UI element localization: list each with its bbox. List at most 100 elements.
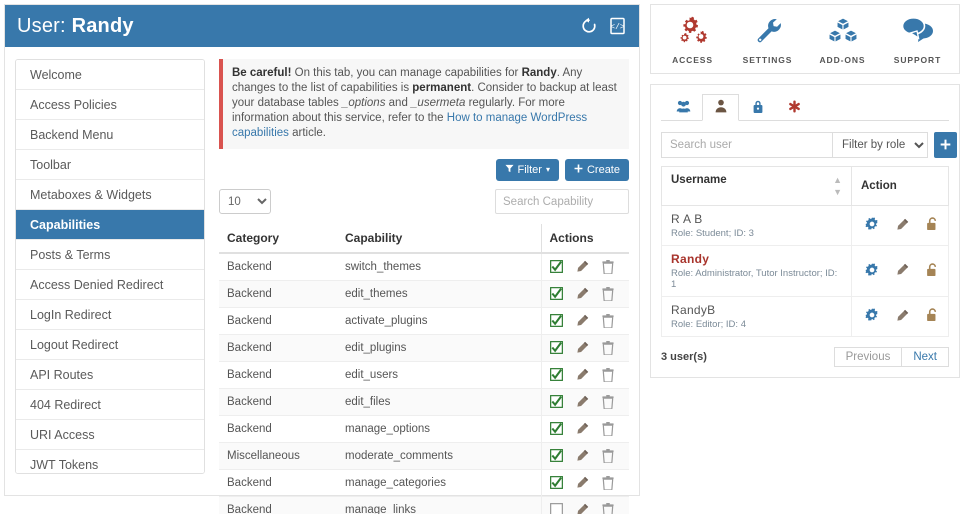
delete-trash-icon[interactable]	[602, 449, 615, 463]
sidebar-item-login-redirect[interactable]: LogIn Redirect	[16, 300, 204, 330]
table-row: Backendedit_files	[219, 389, 629, 416]
delete-trash-icon[interactable]	[602, 395, 615, 409]
svg-text:</>: </>	[610, 23, 625, 32]
add-user-button[interactable]	[934, 132, 957, 158]
edit-pencil-icon[interactable]	[896, 218, 909, 234]
edit-pencil-icon[interactable]	[576, 260, 589, 274]
checkbox-toggle-icon[interactable]	[550, 260, 563, 274]
delete-trash-icon[interactable]	[602, 260, 615, 274]
gear-icon[interactable]	[865, 217, 879, 234]
tab-users-group[interactable]	[665, 94, 702, 121]
nav-item-access-label: ACCESS	[672, 55, 713, 65]
table-row: Backendswitch_themes	[219, 253, 629, 281]
checkbox-toggle-icon[interactable]	[550, 503, 563, 514]
edit-pencil-icon[interactable]	[576, 422, 589, 436]
edit-pencil-icon[interactable]	[576, 476, 589, 490]
sidebar-item-welcome[interactable]: Welcome	[16, 60, 204, 90]
checkbox-toggle-icon[interactable]	[550, 395, 563, 409]
users-pagination: Previous Next	[834, 347, 949, 367]
table-row[interactable]: RandyBRole: Editor; ID: 4	[662, 297, 949, 337]
capabilities-table-body: Backendswitch_themesBackendedit_themesBa…	[219, 253, 629, 514]
edit-pencil-icon[interactable]	[576, 503, 589, 514]
edit-pencil-icon[interactable]	[576, 449, 589, 463]
sidebar-item-backend-menu[interactable]: Backend Menu	[16, 120, 204, 150]
edit-pencil-icon[interactable]	[576, 368, 589, 382]
delete-trash-icon[interactable]	[602, 476, 615, 490]
edit-pencil-icon[interactable]	[576, 314, 589, 328]
unlock-icon[interactable]	[926, 308, 939, 325]
tab-asterisk[interactable]	[776, 94, 813, 121]
cell-capability: edit_users	[337, 362, 541, 389]
checkbox-toggle-icon[interactable]	[550, 476, 563, 490]
page-title-username: Randy	[72, 15, 134, 37]
blocks-icon	[826, 15, 860, 48]
edit-pencil-icon[interactable]	[576, 287, 589, 301]
unlock-icon[interactable]	[926, 263, 939, 280]
users-previous-button[interactable]: Previous	[834, 347, 903, 367]
delete-trash-icon[interactable]	[602, 287, 615, 301]
table-row[interactable]: RandyRole: Administrator, Tutor Instruct…	[662, 246, 949, 297]
filter-button[interactable]: Filter ▾	[496, 159, 559, 181]
table-row: Backendmanage_links	[219, 497, 629, 514]
checkbox-toggle-icon[interactable]	[550, 422, 563, 436]
checkbox-toggle-icon[interactable]	[550, 368, 563, 382]
quick-nav-card: ACCESS SETTINGS	[650, 4, 960, 74]
page-length-select[interactable]: 10	[219, 189, 271, 214]
edit-pencil-icon[interactable]	[896, 309, 909, 325]
reset-icon[interactable]	[579, 16, 599, 36]
funnel-icon	[505, 163, 514, 177]
table-row: Backendmanage_options	[219, 416, 629, 443]
filter-button-label: Filter	[518, 163, 542, 177]
unlock-icon[interactable]	[926, 217, 939, 234]
tab-user[interactable]	[702, 94, 739, 121]
nav-item-support[interactable]: SUPPORT	[880, 15, 955, 65]
delete-trash-icon[interactable]	[602, 341, 615, 355]
create-button[interactable]: Create	[565, 159, 629, 181]
search-capability-input[interactable]	[495, 189, 629, 214]
gear-icon[interactable]	[865, 263, 879, 280]
sidebar-item-posts-terms[interactable]: Posts & Terms	[16, 240, 204, 270]
tab-role-lock[interactable]	[739, 94, 776, 121]
users-table-body: R A BRole: Student; ID: 3RandyRole: Admi…	[662, 206, 949, 337]
delete-trash-icon[interactable]	[602, 503, 615, 514]
cell-capability: manage_options	[337, 416, 541, 443]
sidebar-item-label: Posts & Terms	[30, 248, 110, 262]
capabilities-table-head: Category Capability Actions	[219, 224, 629, 253]
sidebar-item-uri-access[interactable]: URI Access	[16, 420, 204, 450]
app-root: User: Randy </> Welcome Access Policies …	[0, 0, 960, 514]
sidebar-item-label: Capabilities	[30, 218, 100, 232]
sidebar-item-404-redirect[interactable]: 404 Redirect	[16, 390, 204, 420]
sort-arrows-icon[interactable]: ▲▼	[833, 174, 842, 198]
user-role: Role: Administrator, Tutor Instructor; I…	[671, 268, 842, 290]
sidebar-item-metaboxes-widgets[interactable]: Metaboxes & Widgets	[16, 180, 204, 210]
checkbox-toggle-icon[interactable]	[550, 314, 563, 328]
column-header-username[interactable]: Username ▲▼	[662, 167, 852, 206]
table-row[interactable]: R A BRole: Student; ID: 3	[662, 206, 949, 246]
delete-trash-icon[interactable]	[602, 422, 615, 436]
sidebar-item-access-denied-redirect[interactable]: Access Denied Redirect	[16, 270, 204, 300]
filter-by-role-select[interactable]: Filter by role	[832, 132, 928, 158]
search-user-input[interactable]	[661, 132, 832, 158]
edit-pencil-icon[interactable]	[576, 395, 589, 409]
checkbox-toggle-icon[interactable]	[550, 341, 563, 355]
checkbox-toggle-icon[interactable]	[550, 449, 563, 463]
nav-item-addons[interactable]: ADD-ONS	[805, 15, 880, 65]
users-next-button[interactable]: Next	[902, 347, 949, 367]
sidebar-item-logout-redirect[interactable]: Logout Redirect	[16, 330, 204, 360]
nav-item-access[interactable]: ACCESS	[655, 15, 730, 65]
asterisk-icon	[788, 100, 801, 116]
nav-item-settings[interactable]: SETTINGS	[730, 15, 805, 65]
delete-trash-icon[interactable]	[602, 314, 615, 328]
sidebar-item-jwt-tokens[interactable]: JWT Tokens	[16, 450, 204, 474]
code-file-icon[interactable]: </>	[607, 16, 627, 36]
checkbox-toggle-icon[interactable]	[550, 287, 563, 301]
cell-category: Backend	[219, 281, 337, 308]
edit-pencil-icon[interactable]	[896, 263, 909, 279]
edit-pencil-icon[interactable]	[576, 341, 589, 355]
gear-icon[interactable]	[865, 308, 879, 325]
sidebar-item-capabilities[interactable]: Capabilities	[16, 210, 204, 240]
delete-trash-icon[interactable]	[602, 368, 615, 382]
sidebar-item-api-routes[interactable]: API Routes	[16, 360, 204, 390]
sidebar-item-toolbar[interactable]: Toolbar	[16, 150, 204, 180]
sidebar-item-access-policies[interactable]: Access Policies	[16, 90, 204, 120]
